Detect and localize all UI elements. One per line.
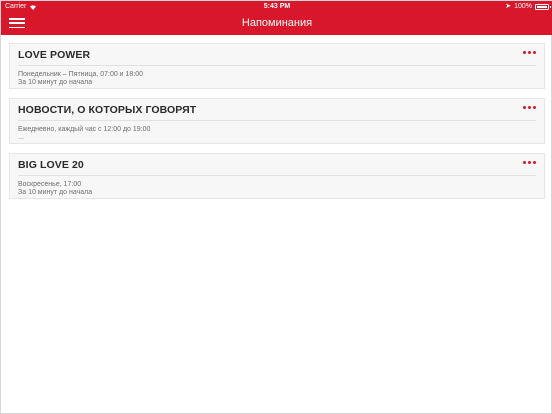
reminder-card[interactable]: BIG LOVE 20 Воскресенье, 17:00 За 10 мин…: [9, 153, 545, 199]
card-divider: [18, 175, 536, 176]
status-bar: Carrier 5:43 PM ➤ 100%: [1, 1, 552, 12]
reminder-schedule: Понедельник – Пятница, 07:00 и 18:00: [18, 71, 144, 78]
battery-percent: 100%: [514, 3, 532, 10]
nav-bar: Напоминания: [1, 12, 552, 35]
reminder-note: За 10 минут до начала: [18, 79, 93, 86]
status-right: ➤ 100%: [505, 1, 551, 12]
reminder-schedule: Ежедневно, каждый час с 12:00 до 19:00: [18, 126, 151, 133]
reminder-card[interactable]: LOVE POWER Понедельник – Пятница, 07:00 …: [9, 43, 545, 89]
reminder-schedule: Воскресенье, 17:00: [18, 181, 82, 188]
reminder-title: LOVE POWER: [18, 49, 91, 61]
more-options-icon[interactable]: [523, 51, 536, 54]
more-options-icon[interactable]: [523, 161, 536, 164]
top-bar: Carrier 5:43 PM ➤ 100% Напоминания: [1, 1, 552, 35]
battery-icon: [535, 3, 551, 10]
status-time: 5:43 PM: [263, 3, 291, 10]
page-title: Напоминания: [241, 17, 313, 29]
card-divider: [18, 120, 536, 121]
reminder-title: НОВОСТИ, О КОТОРЫХ ГОВОРЯТ: [18, 104, 197, 116]
reminder-note: ...: [18, 134, 24, 141]
more-options-icon[interactable]: [523, 106, 536, 109]
reminder-title: BIG LOVE 20: [18, 159, 84, 171]
reminders-list: LOVE POWER Понедельник – Пятница, 07:00 …: [9, 43, 545, 208]
reminder-note: За 10 минут до начала: [18, 189, 93, 196]
card-divider: [18, 65, 536, 66]
location-arrow-icon: ➤: [505, 3, 512, 10]
reminder-card[interactable]: НОВОСТИ, О КОТОРЫХ ГОВОРЯТ Ежедневно, ка…: [9, 98, 545, 144]
